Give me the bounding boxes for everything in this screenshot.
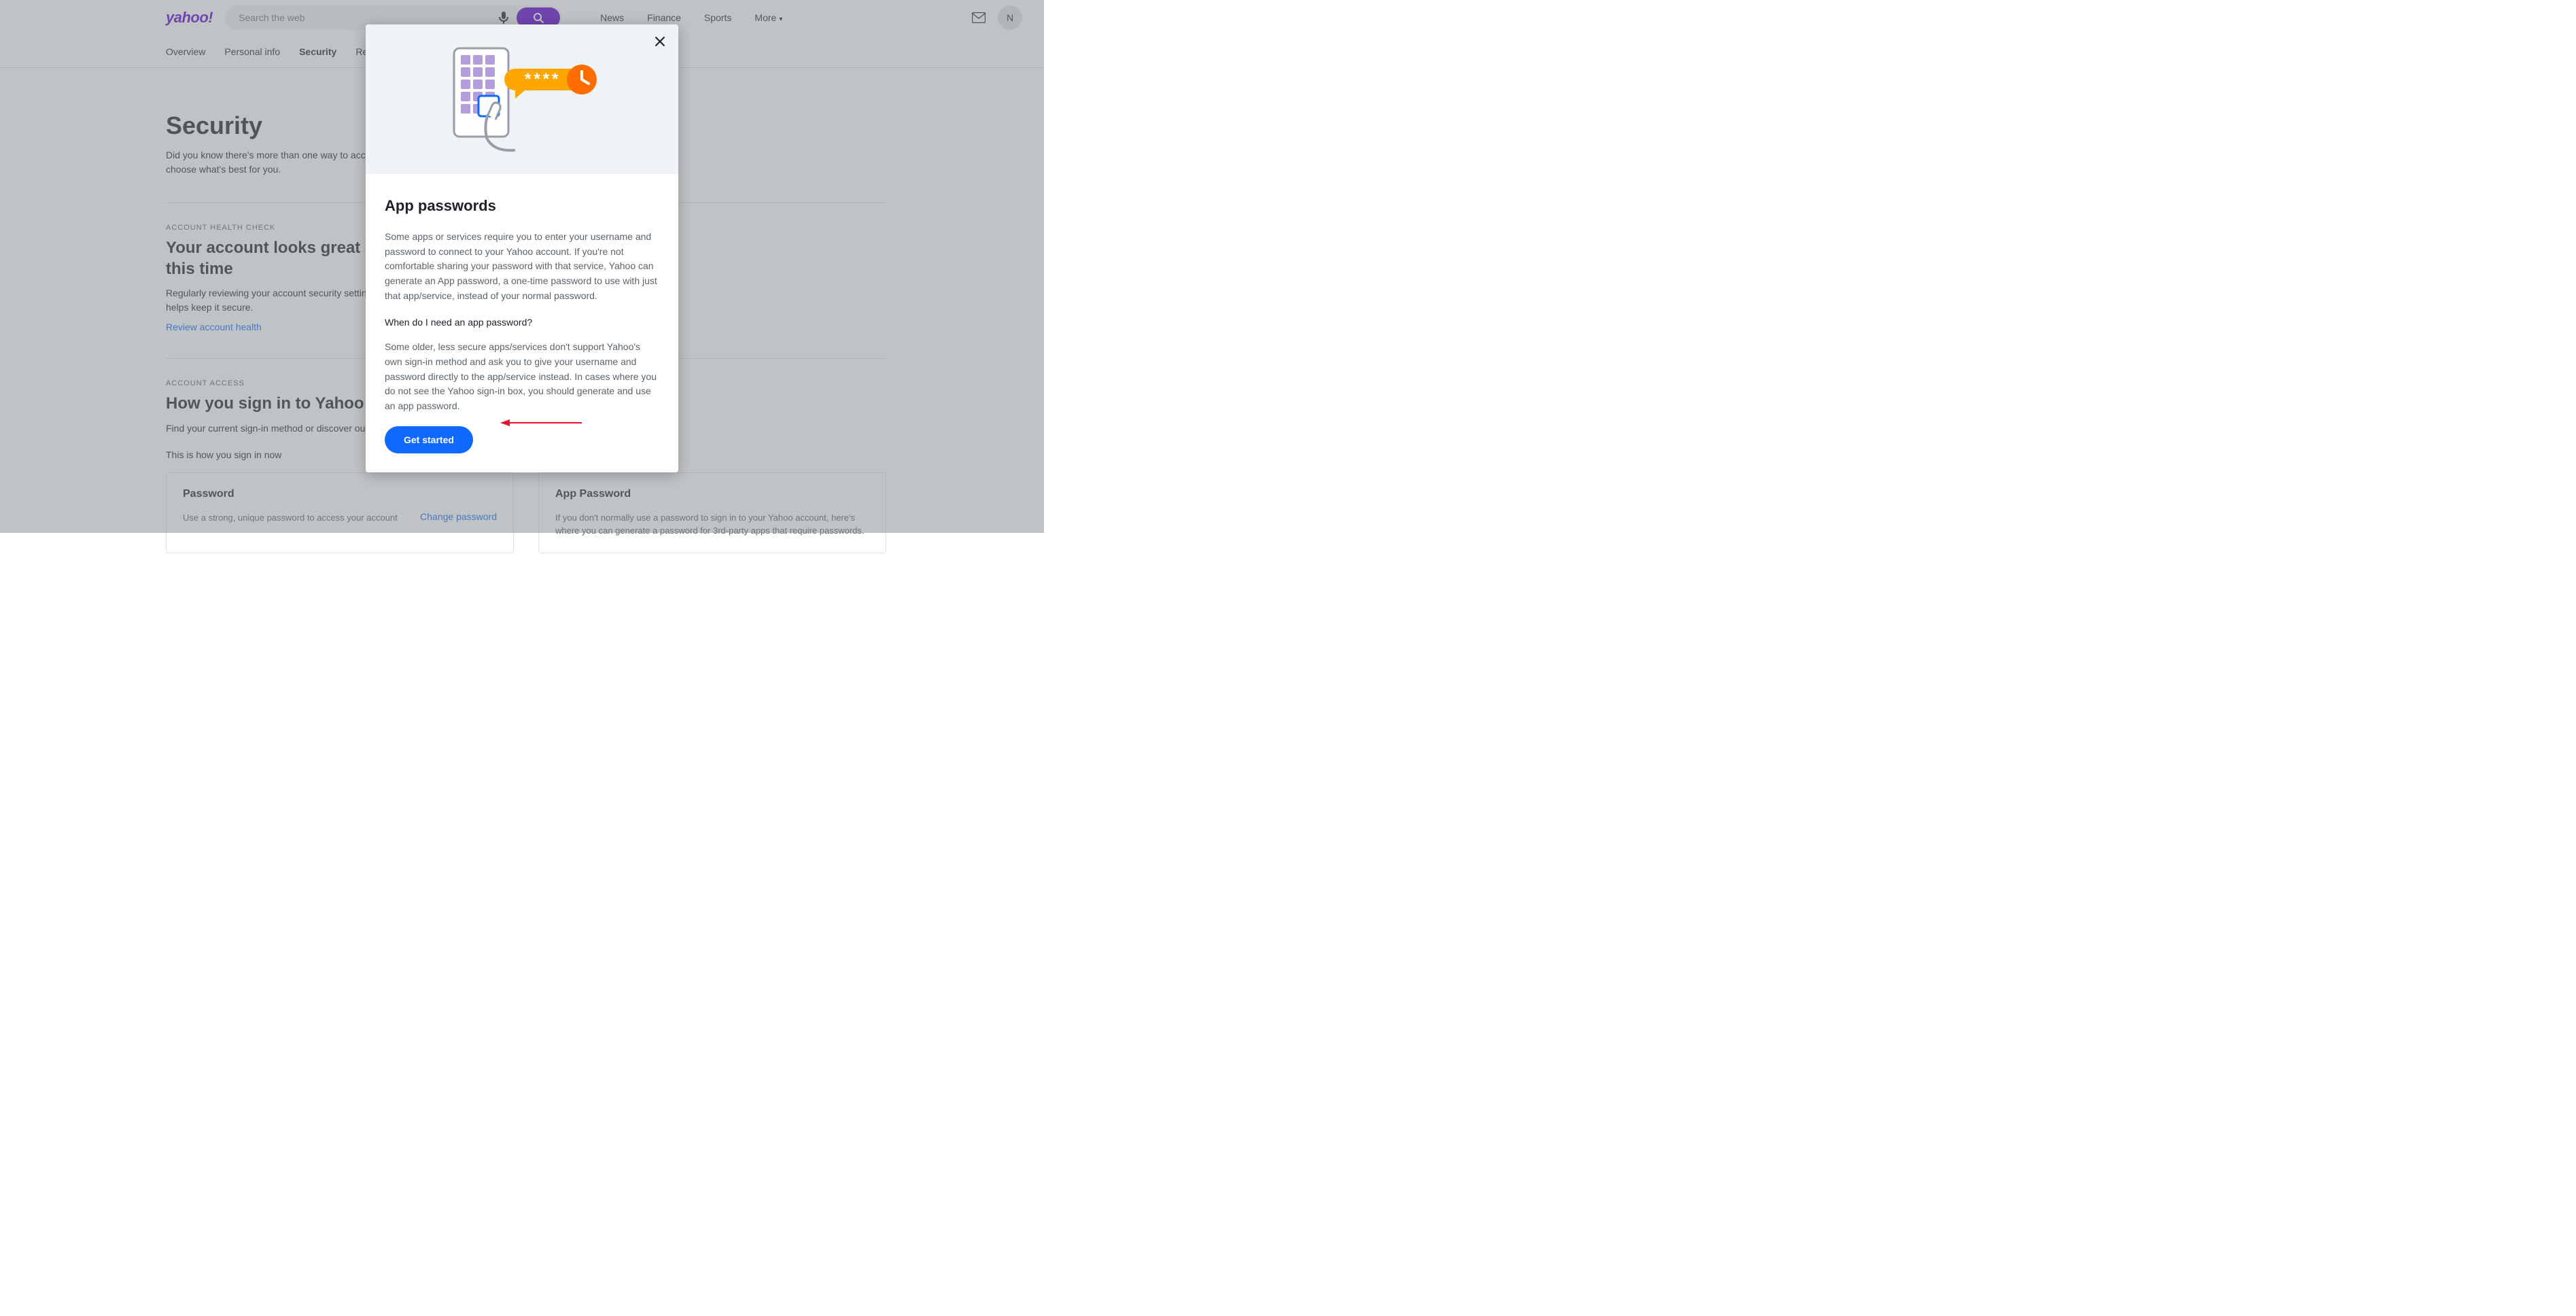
- modal-paragraph-2: Some older, less secure apps/services do…: [385, 340, 659, 413]
- modal-title: App passwords: [385, 197, 659, 215]
- close-icon[interactable]: [652, 34, 667, 49]
- modal-illustration: ****: [366, 24, 678, 174]
- modal-question: When do I need an app password?: [385, 315, 659, 330]
- app-passwords-modal: **** App passwords Some apps or services…: [366, 24, 678, 472]
- modal-paragraph-1: Some apps or services require you to ent…: [385, 230, 659, 303]
- get-started-button[interactable]: Get started: [385, 426, 473, 453]
- svg-text:****: ****: [525, 70, 561, 88]
